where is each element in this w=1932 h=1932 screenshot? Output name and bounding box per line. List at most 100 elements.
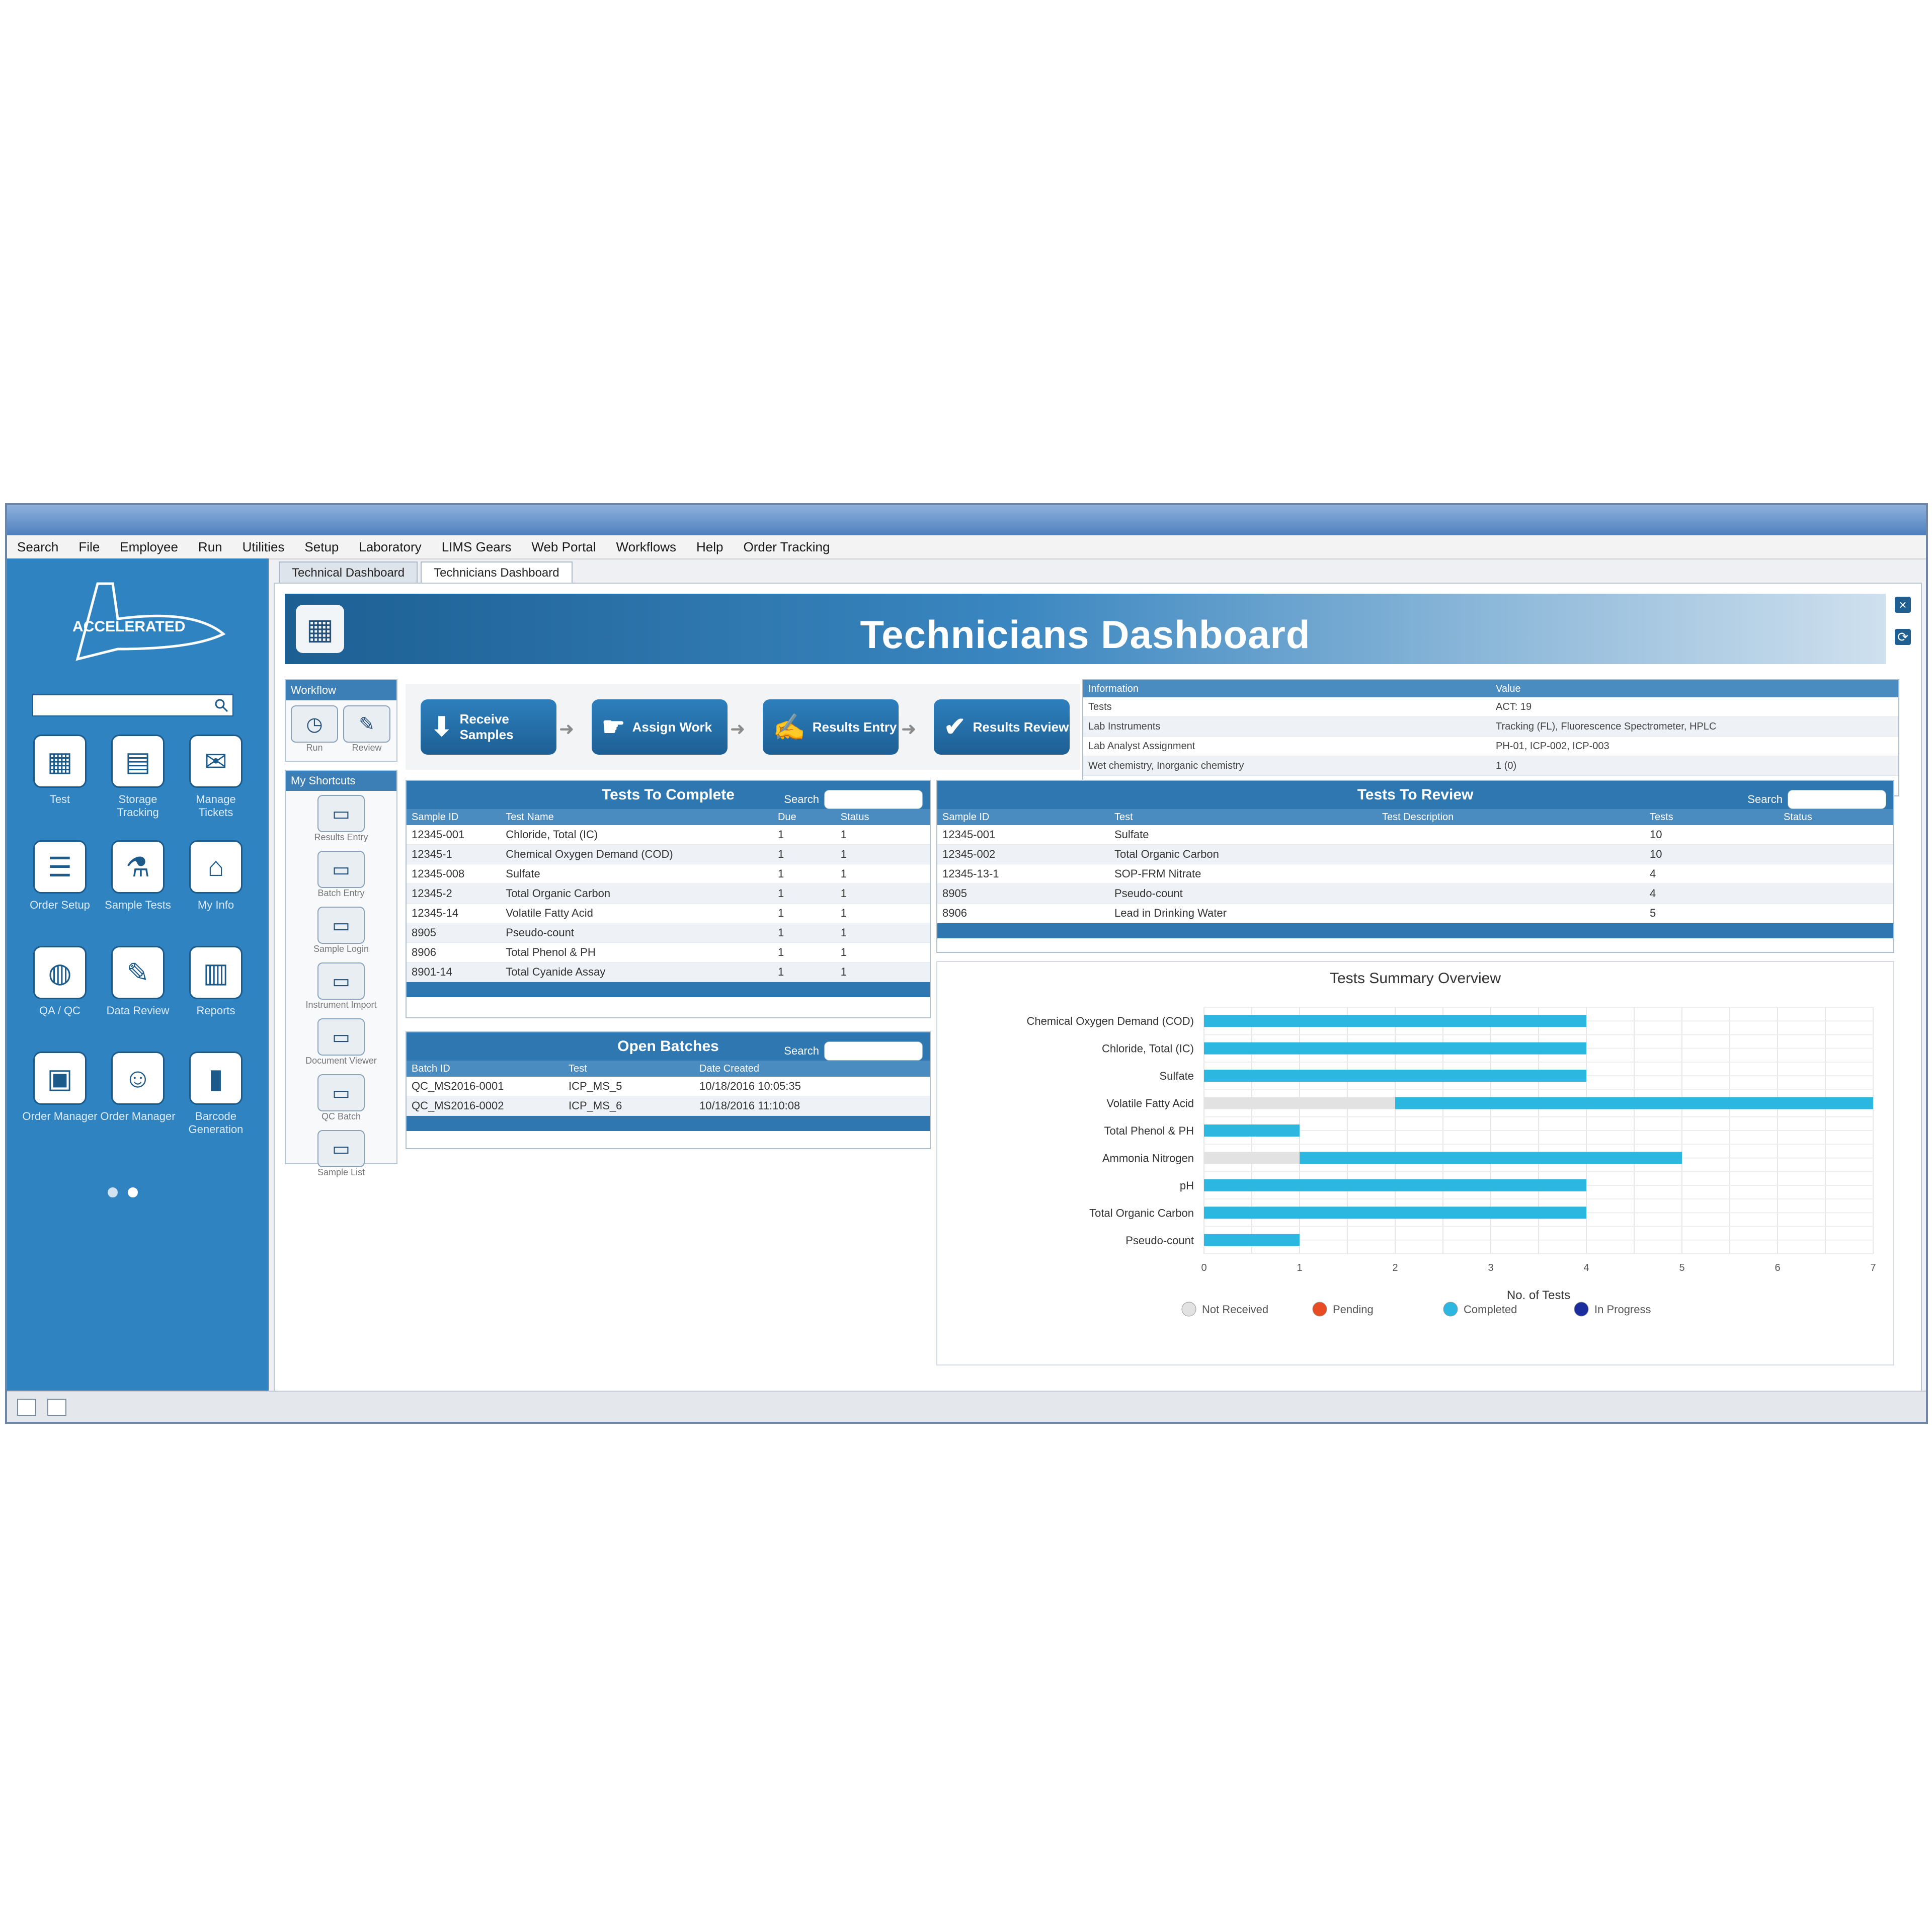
manager-icon[interactable]: ▣ bbox=[33, 1052, 87, 1105]
table-cell: QC_MS2016-0001 bbox=[412, 1080, 504, 1092]
calendar-icon[interactable]: ▦ bbox=[33, 735, 87, 788]
shortcut-icon[interactable]: ▭ bbox=[317, 851, 365, 888]
qc-icon[interactable]: ◍ bbox=[33, 946, 87, 999]
menu-item-7[interactable]: LIMS Gears bbox=[442, 539, 512, 555]
table-cell: Total Organic Carbon bbox=[1114, 848, 1219, 860]
menu-item-3[interactable]: Run bbox=[198, 539, 222, 555]
tests-to-complete-search-input[interactable] bbox=[824, 790, 923, 809]
shortcut-item[interactable]: ▭ Document Viewer bbox=[286, 1014, 396, 1070]
launcher-tile[interactable]: ◍ QA / QC bbox=[22, 946, 98, 1031]
tab-technicians-dashboard[interactable]: Technicians Dashboard bbox=[421, 561, 573, 584]
table-row[interactable]: 12345-2 Total Organic Carbon 1 1 bbox=[407, 884, 930, 904]
shortcut-item[interactable]: ▭ Batch Entry bbox=[286, 847, 396, 903]
shortcut-icon[interactable]: ▭ bbox=[317, 962, 365, 1000]
workflow-button[interactable]: ⬇ Receive Samples bbox=[421, 699, 556, 755]
x-tick-label: 5 bbox=[1679, 1262, 1684, 1273]
launcher-tile[interactable]: ⌂ My Info bbox=[178, 840, 254, 926]
status-window-icon[interactable] bbox=[17, 1399, 36, 1416]
tests-to-complete-column-header[interactable]: Test Name bbox=[501, 809, 773, 825]
open-batches-search-input[interactable] bbox=[824, 1041, 923, 1061]
review-icon[interactable]: ✎ bbox=[343, 705, 390, 743]
table-row[interactable]: 12345-001 Sulfate 10 bbox=[937, 825, 1893, 845]
close-icon[interactable]: × bbox=[1895, 597, 1911, 613]
table-row[interactable]: 12345-14 Volatile Fatty Acid 1 1 bbox=[407, 904, 930, 923]
table-row[interactable]: 12345-008 Sulfate 1 1 bbox=[407, 864, 930, 884]
table-row[interactable]: 8906 Total Phenol & PH 1 1 bbox=[407, 943, 930, 962]
table-row[interactable]: 8905 Pseudo-count 1 1 bbox=[407, 923, 930, 943]
shortcut-icon[interactable]: ▭ bbox=[317, 795, 365, 832]
search-icon[interactable] bbox=[214, 698, 228, 712]
table-row[interactable]: 12345-13-1 SOP-FRM Nitrate 4 bbox=[937, 864, 1893, 884]
ticket-icon[interactable]: ✉ bbox=[189, 735, 243, 788]
barcode-icon[interactable]: ▮ bbox=[189, 1052, 243, 1105]
shortcut-icon[interactable]: ▭ bbox=[317, 1130, 365, 1167]
review-icon[interactable]: ✎ bbox=[111, 946, 165, 999]
shortcut-item[interactable]: ▭ Sample List bbox=[286, 1126, 396, 1182]
launcher-tile[interactable]: ✎ Data Review bbox=[100, 946, 176, 1031]
open-batches-column-header[interactable]: Test bbox=[564, 1061, 694, 1077]
launcher-tile[interactable]: ▮ Barcode Generation bbox=[178, 1052, 254, 1137]
menu-item-11[interactable]: Order Tracking bbox=[743, 539, 830, 555]
shortcut-item[interactable]: ▭ QC Batch bbox=[286, 1070, 396, 1126]
table-cell: 10 bbox=[1650, 848, 1662, 860]
shortcut-icon[interactable]: ▭ bbox=[317, 1018, 365, 1056]
menu-item-9[interactable]: Workflows bbox=[616, 539, 676, 555]
tests-to-review-search-input[interactable] bbox=[1788, 790, 1886, 809]
left-search-input[interactable] bbox=[32, 694, 233, 716]
shortcut-item[interactable]: ▭ Instrument Import bbox=[286, 958, 396, 1014]
storage-icon[interactable]: ▤ bbox=[111, 735, 165, 788]
menu-item-8[interactable]: Web Portal bbox=[531, 539, 596, 555]
tab-technical-dashboard[interactable]: Technical Dashboard bbox=[279, 561, 418, 584]
page-dot[interactable] bbox=[108, 1187, 118, 1197]
menu-item-5[interactable]: Setup bbox=[304, 539, 339, 555]
open-batches-column-header[interactable]: Batch ID bbox=[407, 1061, 564, 1077]
shortcut-item[interactable]: ▭ Results Entry bbox=[286, 791, 396, 847]
refresh-icon[interactable]: ⟳ bbox=[1895, 629, 1911, 645]
launcher-tile[interactable]: ⚗ Sample Tests bbox=[100, 840, 176, 926]
page-dot[interactable] bbox=[128, 1187, 138, 1197]
workflow-button[interactable]: ✔ Results Review bbox=[934, 699, 1070, 755]
launcher-tile[interactable]: ▦ Test bbox=[22, 735, 98, 820]
x-tick-label: 0 bbox=[1201, 1262, 1206, 1273]
status-edit-icon[interactable] bbox=[47, 1399, 66, 1416]
launcher-tile[interactable]: ▥ Reports bbox=[178, 946, 254, 1031]
order-icon[interactable]: ☰ bbox=[33, 840, 87, 894]
menu-item-10[interactable]: Help bbox=[696, 539, 723, 555]
folder-icon[interactable]: ⌂ bbox=[189, 840, 243, 894]
people-icon[interactable]: ☺ bbox=[111, 1052, 165, 1105]
menu-item-1[interactable]: File bbox=[78, 539, 100, 555]
tests-to-complete-column-header[interactable]: Sample ID bbox=[407, 809, 501, 825]
workflow-button[interactable]: ☛ Assign Work bbox=[592, 699, 728, 755]
launcher-tile[interactable]: ✉ Manage Tickets bbox=[178, 735, 254, 820]
tests-to-review-column-header[interactable]: Test bbox=[1109, 809, 1377, 825]
menu-item-6[interactable]: Laboratory bbox=[359, 539, 421, 555]
launcher-tile[interactable]: ▤ Storage Tracking bbox=[100, 735, 176, 820]
arrow-right-icon: ➜ bbox=[901, 718, 917, 739]
launcher-tile[interactable]: ▣ Order Manager bbox=[22, 1052, 98, 1137]
shortcut-icon[interactable]: ▭ bbox=[317, 1074, 365, 1111]
workflow-button[interactable]: ✍ Results Entry bbox=[763, 699, 899, 755]
shortcut-item[interactable]: ▭ Sample Login bbox=[286, 903, 396, 958]
info-table-row: Lab Instruments Tracking (FL), Fluorescen… bbox=[1083, 717, 1898, 737]
run-icon[interactable]: ◷ bbox=[291, 705, 338, 743]
table-row[interactable]: 12345-1 Chemical Oxygen Demand (COD) 1 1 bbox=[407, 845, 930, 864]
menu-item-4[interactable]: Utilities bbox=[243, 539, 285, 555]
report-icon[interactable]: ▥ bbox=[189, 946, 243, 999]
launcher-tile[interactable]: ☺ Order Manager bbox=[100, 1052, 176, 1137]
shortcut-label: Document Viewer bbox=[305, 1056, 377, 1066]
launcher-tile[interactable]: ☰ Order Setup bbox=[22, 840, 98, 926]
table-row[interactable]: QC_MS2016-0001 ICP_MS_5 10/18/2016 10:05:3… bbox=[407, 1077, 930, 1096]
table-row[interactable]: 8901-14 Total Cyanide Assay 1 1 bbox=[407, 962, 930, 982]
menu-item-0[interactable]: Search bbox=[17, 539, 58, 555]
test-tube-icon[interactable]: ⚗ bbox=[111, 840, 165, 894]
tests-to-review-column-header[interactable]: Sample ID bbox=[937, 809, 1109, 825]
category-label: Ammonia Nitrogen bbox=[1102, 1152, 1194, 1164]
tests-to-review-column-header[interactable]: Test Description bbox=[1377, 809, 1645, 825]
table-row[interactable]: 8906 Lead in Drinking Water 5 bbox=[937, 904, 1893, 923]
table-row[interactable]: 12345-002 Total Organic Carbon 10 bbox=[937, 845, 1893, 864]
shortcut-icon[interactable]: ▭ bbox=[317, 907, 365, 944]
table-row[interactable]: 8905 Pseudo-count 4 bbox=[937, 884, 1893, 904]
menu-item-2[interactable]: Employee bbox=[120, 539, 178, 555]
table-row[interactable]: QC_MS2016-0002 ICP_MS_6 10/18/2016 11:10:0… bbox=[407, 1096, 930, 1116]
table-row[interactable]: 12345-001 Chloride, Total (IC) 1 1 bbox=[407, 825, 930, 845]
